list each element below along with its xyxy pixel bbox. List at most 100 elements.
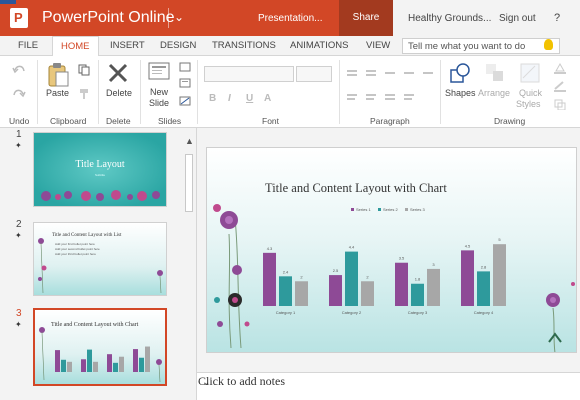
undo-group-label: Undo [9, 116, 30, 126]
thumb-chart-bar [113, 362, 118, 372]
tab-view[interactable]: VIEW [366, 40, 390, 51]
chart-bars[interactable]: 4.3 2.4 2 Category 1 2.5 4.4 2 Category 2 3.5 1.8… [263, 237, 506, 315]
tab-file[interactable]: FILE [18, 40, 38, 51]
flower-decoration-right [546, 282, 575, 352]
data-label: 3.5 [399, 256, 405, 261]
duplicate-slide-icon[interactable] [179, 78, 191, 88]
thumb-chart-bar [107, 354, 112, 372]
undo-icon[interactable] [12, 64, 26, 76]
sign-out-link[interactable]: Sign out [499, 13, 536, 24]
tab-transitions[interactable]: TRANSITIONS [212, 40, 276, 51]
arrange-button[interactable]: Arrange [478, 88, 510, 98]
delete-icon[interactable] [107, 62, 129, 84]
paragraph-group-label: Paragraph [370, 116, 410, 126]
data-label: 2.5 [333, 268, 339, 273]
chart-bar [295, 281, 308, 306]
animation-star-icon: ✦ [15, 141, 22, 150]
tab-design[interactable]: DESIGN [160, 40, 196, 51]
lightbulb-icon [544, 39, 553, 50]
chevron-down-icon[interactable]: ⌄ [174, 10, 184, 24]
help-icon[interactable]: ? [554, 12, 560, 24]
layout-icon[interactable] [179, 62, 191, 72]
chart-bar [493, 244, 506, 306]
ribbon-tabs: FILE HOME INSERT DESIGN TRANSITIONS ANIM… [0, 36, 580, 57]
thumb-2-flowers [38, 238, 163, 294]
thumbnail-scrollbar[interactable]: ▲ [182, 128, 196, 400]
slide-thumbnail-2[interactable]: Title and Content Layout with List Add y… [33, 222, 167, 296]
title-bar: PowerPoint Online ⌄ Presentation... Shar… [0, 0, 580, 36]
paste-button[interactable]: Paste [46, 88, 69, 98]
data-label: 4.4 [349, 245, 355, 250]
quick-styles-icon[interactable] [519, 62, 541, 84]
animation-star-icon: ✦ [15, 320, 22, 329]
chart-bar [263, 252, 276, 306]
main-slide[interactable]: Title and Content Layout with Chart Seri… [206, 147, 577, 353]
shapes-icon[interactable] [449, 62, 471, 84]
slides-group-label: Slides [158, 116, 182, 126]
shapes-button[interactable]: Shapes [445, 88, 476, 98]
font-name-select[interactable] [204, 66, 294, 82]
chart-bar [411, 283, 424, 306]
new-slide-icon[interactable] [148, 61, 170, 81]
chart-bar [361, 281, 374, 306]
notes-pane[interactable]: ⌄ Click to add notes [197, 372, 580, 400]
arrange-icon[interactable] [484, 62, 506, 84]
tab-insert[interactable]: INSERT [110, 40, 145, 51]
underline-button[interactable]: U [246, 93, 253, 104]
notes-placeholder[interactable]: Click to add notes [198, 374, 285, 389]
slide-number-3: 3 [16, 308, 22, 319]
thumb-chart-bar [87, 349, 92, 372]
thumb-chart-bar [133, 349, 138, 372]
font-size-select[interactable] [296, 66, 332, 82]
app-name[interactable]: PowerPoint Online [42, 9, 175, 27]
powerpoint-icon[interactable] [0, 0, 36, 36]
new-slide-label-2[interactable]: Slide [149, 98, 169, 108]
scroll-up-icon[interactable]: ▲ [185, 136, 194, 146]
delete-button[interactable]: Delete [106, 88, 132, 98]
clipboard-group-label: Clipboard [50, 116, 87, 126]
new-slide-label-1[interactable]: New [150, 87, 168, 97]
thumb-1-title: Title Layout [75, 159, 125, 170]
data-label: 4.5 [465, 243, 471, 248]
bold-button[interactable]: B [209, 93, 216, 104]
category-label: Category 3 [408, 310, 428, 315]
paste-icon[interactable] [47, 62, 69, 88]
chart-bar [477, 271, 490, 306]
tab-animations[interactable]: ANIMATIONS [290, 40, 348, 51]
chart-bar [427, 268, 440, 306]
thumb-chart-bar [81, 359, 86, 372]
slide-title[interactable]: Title and Content Layout with Chart [265, 181, 447, 195]
title-divider [168, 8, 169, 28]
tell-me-input[interactable]: Tell me what you want to do [402, 38, 560, 54]
legend-swatch [378, 208, 381, 211]
tab-home[interactable]: HOME [52, 36, 99, 57]
italic-button[interactable]: I [228, 93, 231, 104]
quick-styles-label-1[interactable]: Quick [519, 88, 542, 98]
font-color-button[interactable]: A [264, 93, 271, 104]
data-label: 1.8 [415, 277, 421, 282]
slide-thumbnail-3[interactable]: Title and Content Layout with Chart [33, 308, 167, 386]
shape-fill-icon[interactable] [553, 62, 567, 74]
chart-bar [345, 251, 358, 306]
quick-styles-label-2[interactable]: Styles [516, 99, 541, 109]
share-button[interactable]: Share [339, 0, 393, 36]
format-painter-icon[interactable] [78, 88, 90, 100]
slide-canvas: Title and Content Layout with Chart Seri… [213, 181, 575, 352]
category-label: Category 2 [342, 310, 362, 315]
data-label: 5 [498, 237, 501, 242]
copy-icon[interactable] [78, 64, 90, 76]
thumb-3-chart [39, 327, 162, 383]
scrollbar-thumb[interactable] [185, 154, 193, 212]
thumb-chart-bar [67, 361, 72, 372]
legend-label: Series 2 [383, 207, 398, 212]
redo-icon[interactable] [12, 88, 26, 100]
font-group-label: Font [262, 116, 280, 126]
thumb-1-subtitle: Subtitle [94, 173, 105, 177]
user-name[interactable]: Healthy Grounds... [408, 13, 491, 24]
document-title[interactable]: Presentation... [258, 13, 322, 24]
slide-thumbnail-1[interactable]: Title Layout Subtitle [33, 132, 167, 207]
hide-slide-icon[interactable] [179, 96, 191, 106]
duplicate-icon[interactable] [553, 98, 567, 110]
slide-thumbnail-pane: 1 ✦ Title Layout Subtitle 2 ✦ Title and … [0, 128, 196, 400]
shape-outline-icon[interactable] [553, 80, 567, 92]
